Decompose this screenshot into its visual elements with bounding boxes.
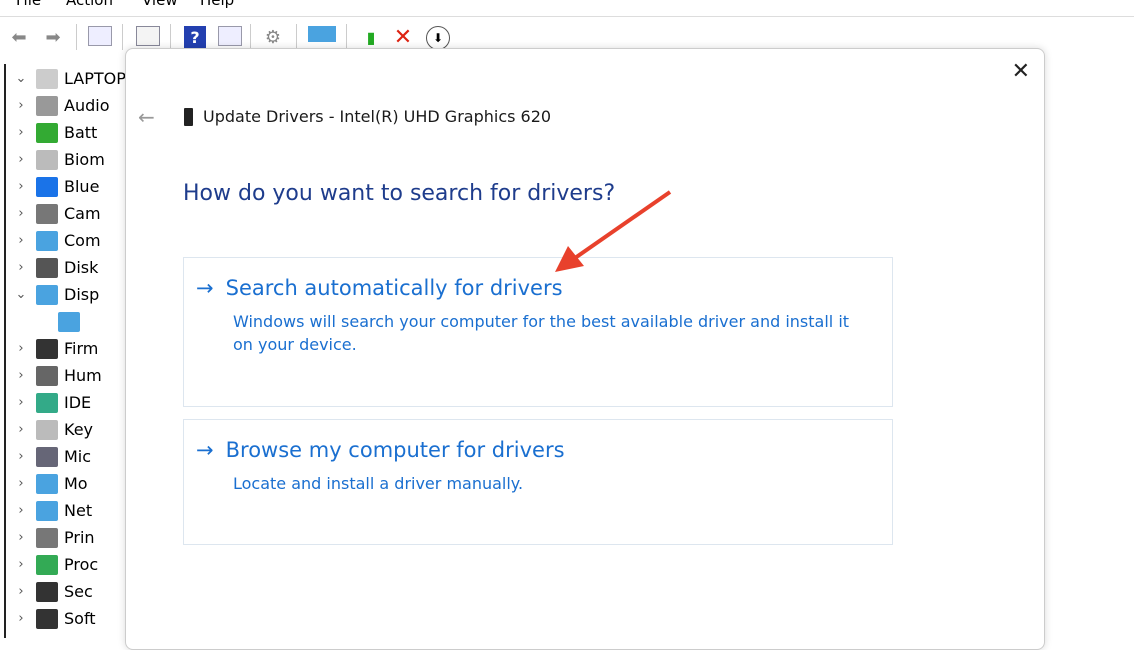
annotation-arrow bbox=[555, 190, 672, 272]
